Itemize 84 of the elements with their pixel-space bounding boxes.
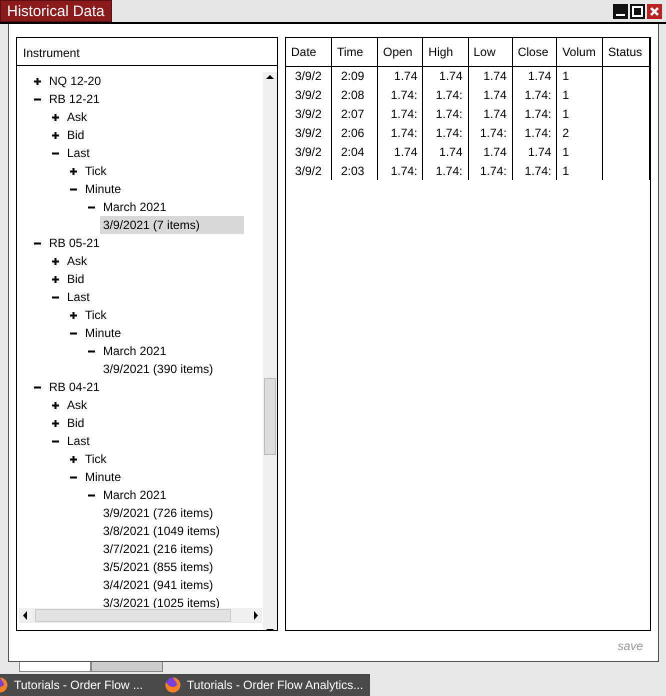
table-cell: 1.74 xyxy=(439,68,462,83)
tree-item[interactable]: March 2021 xyxy=(100,486,170,504)
table-cell: 2:03 xyxy=(340,164,364,178)
table-cell: 1.74 xyxy=(483,68,507,83)
table-cell: 1.74: xyxy=(436,126,462,140)
table-cell: 1.74 xyxy=(439,144,462,158)
column-header[interactable]: Status xyxy=(602,38,650,66)
tree-item[interactable]: Minute xyxy=(82,180,124,198)
tree-item[interactable]: RB 05-21 xyxy=(46,234,103,252)
table-cell: 2:06 xyxy=(340,126,364,140)
table-cell: 1.74 xyxy=(483,88,507,102)
tree-item[interactable]: Minute xyxy=(82,468,124,486)
tree-item[interactable]: 3/5/2021 (855 items) xyxy=(100,558,216,576)
tree-item[interactable]: Minute xyxy=(82,324,124,342)
tree-item[interactable]: RB 12-21 xyxy=(46,90,103,108)
table-cell: 3/9/2 xyxy=(295,144,322,158)
tree-item[interactable]: Tick xyxy=(82,450,110,468)
tree-item[interactable]: Last xyxy=(64,144,93,162)
tree-item[interactable]: Ask xyxy=(64,252,90,270)
table-cell: 3/9/2 xyxy=(295,88,322,102)
table-cell: 1.74 xyxy=(394,68,418,83)
table-cell: 1.74: xyxy=(390,126,418,140)
table-cell: 3/9/2 xyxy=(295,164,322,178)
table-cell: 1.74 xyxy=(483,106,507,120)
column-header[interactable]: Date xyxy=(286,38,332,66)
table-cell: 1.74: xyxy=(436,106,462,120)
table-cell: 2:09 xyxy=(340,68,364,83)
table-cell: 1 xyxy=(562,88,570,102)
tree-item[interactable]: 3/9/2021 (7 items) xyxy=(100,216,244,234)
table-cell: 1.74: xyxy=(390,106,418,120)
tree-item[interactable]: Bid xyxy=(64,126,88,144)
tree-item[interactable]: 3/4/2021 (941 items) xyxy=(100,576,216,594)
taskbar-item[interactable]: Tutorials - Order Flow Analytics... xyxy=(164,676,364,694)
window-title: Historical Data xyxy=(0,0,112,22)
table-cell: 1 xyxy=(562,144,570,158)
tree-item[interactable]: 3/7/2021 (216 items) xyxy=(100,540,216,558)
table-cell: 1.74: xyxy=(436,164,462,178)
table-cell: 1 xyxy=(562,164,570,178)
tree-item[interactable]: Tick xyxy=(82,306,110,324)
tree-item[interactable]: March 2021 xyxy=(100,198,170,216)
table-cell: 2:07 xyxy=(340,106,364,120)
tree-item[interactable]: Last xyxy=(64,432,93,450)
table-cell: 1.74: xyxy=(524,164,552,178)
tree-item[interactable]: Ask xyxy=(64,396,90,414)
column-header[interactable]: Time xyxy=(331,38,378,66)
tree-item[interactable]: 3/3/2021 (1025 items) xyxy=(100,594,223,612)
tree-item[interactable]: Bid xyxy=(64,414,88,432)
tree-item[interactable]: 3/9/2021 (726 items) xyxy=(100,504,216,522)
column-header[interactable]: Low xyxy=(468,38,512,66)
table-cell: 1.74: xyxy=(480,164,507,178)
table-cell: 2:08 xyxy=(340,88,364,102)
tree-item[interactable]: 3/8/2021 (1049 items) xyxy=(100,522,223,540)
table-cell: 3/9/2 xyxy=(295,126,322,140)
table-cell: 1.74: xyxy=(524,106,552,120)
tree-item[interactable]: 3/9/2021 (390 items) xyxy=(100,360,216,378)
table-cell: 1.74 xyxy=(528,144,552,158)
taskbar-item[interactable]: Tutorials - Order Flow ... xyxy=(0,676,143,694)
table-cell: 1.74: xyxy=(524,88,552,102)
table-cell: 1 xyxy=(562,106,570,120)
table-cell: 3/9/2 xyxy=(295,68,322,83)
table-cell: 1.74: xyxy=(390,88,418,102)
table-cell: 2 xyxy=(562,126,570,140)
table-cell: 1.74 xyxy=(394,144,418,158)
tree-item[interactable]: NQ 12-20 xyxy=(46,72,104,90)
table-cell: 3/9/2 xyxy=(295,106,322,120)
table-cell: 1.74: xyxy=(524,126,552,140)
table-cell: 1 xyxy=(562,68,570,83)
table-cell: 1.74: xyxy=(436,88,462,102)
tree-item[interactable]: Last xyxy=(64,288,93,306)
tree-item[interactable]: Bid xyxy=(64,270,88,288)
tree-item[interactable]: RB 04-21 xyxy=(46,378,103,396)
column-header: Instrument xyxy=(17,38,277,66)
column-header[interactable]: Open xyxy=(378,38,423,66)
tree-item[interactable]: March 2021 xyxy=(100,342,170,360)
table-cell: 2:04 xyxy=(340,144,364,158)
table-cell: 1.74: xyxy=(480,126,507,140)
column-header[interactable]: Close xyxy=(512,38,557,66)
table-cell: 1.74: xyxy=(390,164,418,178)
tree-item[interactable]: Tick xyxy=(82,162,110,180)
table-cell: 1.74 xyxy=(528,68,552,83)
table-cell: 1.74 xyxy=(483,144,507,158)
column-header[interactable]: Volum xyxy=(556,38,603,66)
tree-item[interactable]: Ask xyxy=(64,108,90,126)
column-header[interactable]: High xyxy=(422,38,468,66)
